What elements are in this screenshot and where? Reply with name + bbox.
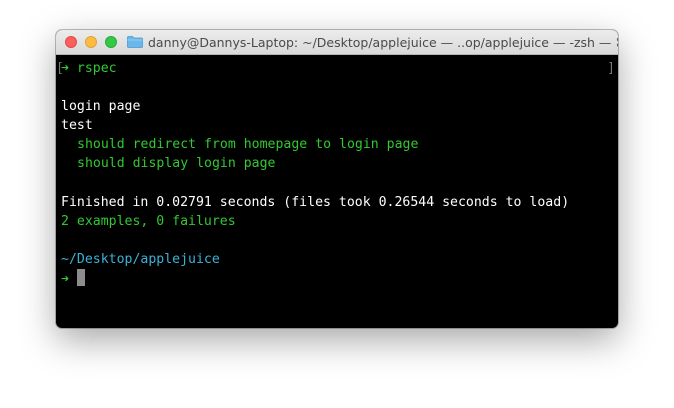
terminal-window: danny@Dannys-Laptop: ~/Desktop/applejuic… <box>56 30 618 328</box>
terminal-output[interactable]: [ ] ➜ rspec login page test should redir… <box>56 56 618 328</box>
group-title: login page <box>61 99 141 115</box>
close-button[interactable] <box>65 36 77 48</box>
prompt-arrow-icon: ➜ <box>61 272 69 288</box>
finished-timing: Finished in 0.02791 seconds (files took … <box>61 194 570 210</box>
window-title-text: danny@Dannys-Laptop: ~/Desktop/applejuic… <box>148 34 618 50</box>
current-directory: ~/Desktop/applejuice <box>61 251 220 267</box>
command-text: rspec <box>76 61 117 76</box>
input-prompt-line[interactable]: ➜ <box>61 269 618 288</box>
window-controls <box>65 36 125 48</box>
text-cursor <box>76 269 85 287</box>
summary-line: 2 examples, 0 failures <box>61 213 236 229</box>
sub-group-title: test <box>61 118 93 134</box>
minimize-button[interactable] <box>85 36 97 48</box>
example-passed-2: should display login page <box>77 156 276 172</box>
title-bar[interactable]: danny@Dannys-Laptop: ~/Desktop/applejuic… <box>56 30 618 55</box>
window-title: danny@Dannys-Laptop: ~/Desktop/applejuic… <box>127 35 618 50</box>
example-passed-1: should redirect from homepage to login p… <box>77 137 419 153</box>
folder-icon <box>127 36 143 48</box>
maximize-button[interactable] <box>105 36 117 48</box>
mark-bracket-left: [ <box>56 61 64 76</box>
command-line: ➜ rspec <box>61 59 618 78</box>
mark-bracket-right: ] <box>607 61 615 76</box>
